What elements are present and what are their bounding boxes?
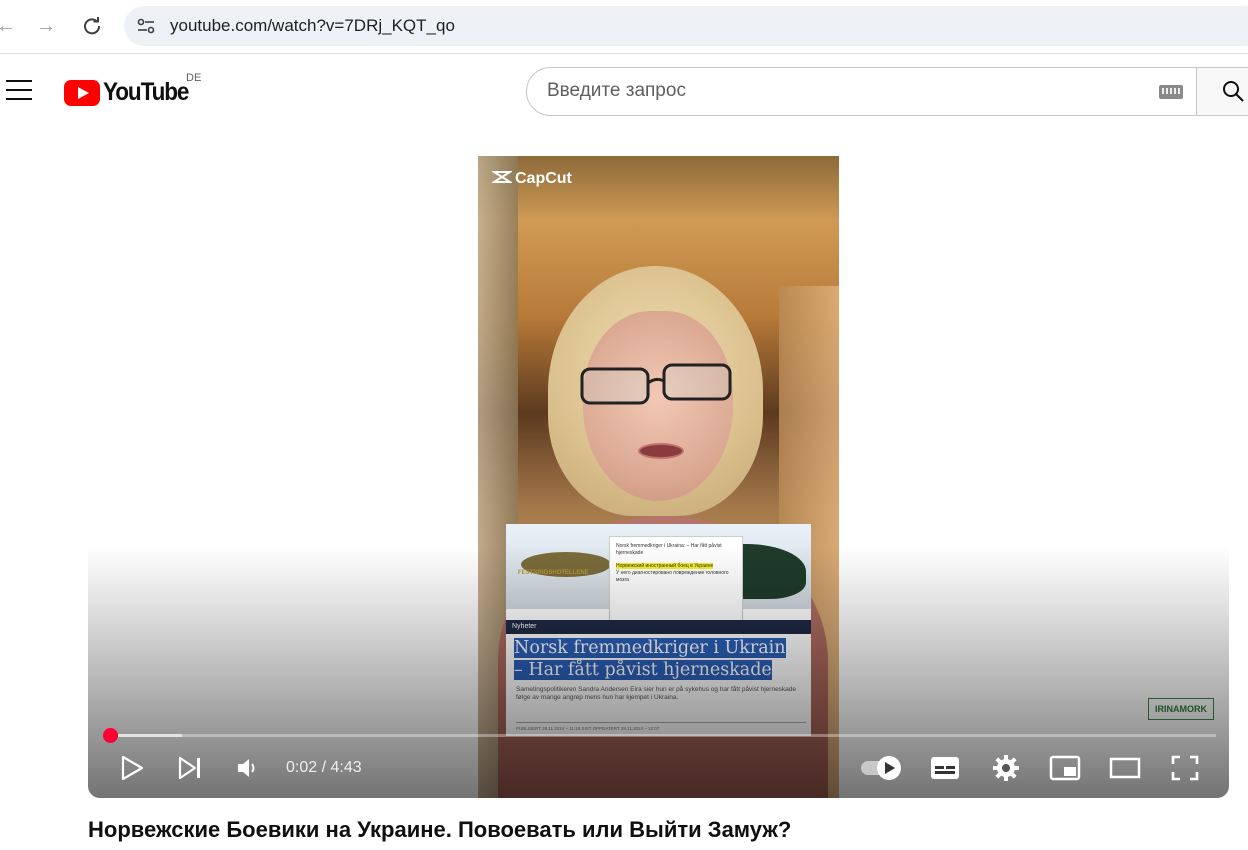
theater-mode-icon	[1109, 757, 1141, 779]
theater-mode-button[interactable]	[1108, 752, 1142, 784]
headline-line-1: Norsk fremmedkriger i Ukrain	[514, 638, 786, 658]
keyboard-icon[interactable]	[1159, 85, 1183, 99]
browser-toolbar: ← → youtube.com/watch?v=7DRj_KQT_qo	[0, 0, 1248, 54]
reload-icon[interactable]	[78, 12, 106, 40]
settings-gear-icon	[993, 755, 1019, 781]
country-code: DE	[186, 72, 202, 84]
site-info-icon[interactable]	[134, 14, 158, 38]
search-icon[interactable]	[1222, 80, 1244, 102]
video-frame[interactable]: CapCut FESTNINGSHOTELLENE Norsk fremmedk…	[478, 156, 839, 798]
menu-icon[interactable]	[6, 80, 32, 102]
channel-watermark[interactable]: IRINAMORK	[1148, 698, 1214, 720]
video-player[interactable]: CapCut FESTNINGSHOTELLENE Norsk fremmedk…	[88, 156, 1229, 798]
autoplay-toggle[interactable]	[858, 752, 906, 784]
url-text[interactable]: youtube.com/watch?v=7DRj_KQT_qo	[170, 16, 455, 36]
popup-line-1: Norsk fremmedkriger i Ukraina: – Har fåt…	[616, 543, 722, 556]
play-icon	[121, 756, 143, 780]
presenter-face	[583, 311, 733, 501]
capcut-text: CapCut	[515, 170, 572, 187]
youtube-logo[interactable]: YouTube	[64, 78, 198, 107]
image-label: FESTNINGSHOTELLENE	[518, 570, 589, 576]
miniplayer-icon	[1049, 755, 1081, 781]
miniplayer-button[interactable]	[1048, 752, 1082, 784]
logo-text: YouTube	[103, 78, 189, 106]
presenter-mouth	[638, 443, 684, 459]
news-article-overlay: FESTNINGSHOTELLENE Norsk fremmedkriger i…	[506, 524, 811, 736]
glasses-shape	[580, 363, 732, 405]
subtitles-button[interactable]	[928, 752, 962, 784]
popup-line-3: У него диагностировано повреждение голов…	[616, 570, 729, 583]
next-icon	[178, 757, 200, 779]
article-meta: PUBLISERT 28.11.2024 – 11:18 SIST OPPDAT…	[516, 722, 806, 731]
address-bar[interactable]: youtube.com/watch?v=7DRj_KQT_qo	[124, 6, 1248, 46]
translate-popup: Norsk fremmedkriger i Ukraina: – Har fåt…	[609, 536, 743, 630]
capcut-logo: CapCut	[490, 170, 572, 188]
section-bar: Nyheter	[506, 620, 811, 634]
search-placeholder: Введите запрос	[547, 80, 686, 101]
volume-button[interactable]	[234, 752, 262, 784]
back-arrow-icon[interactable]: ←	[0, 12, 20, 40]
forward-arrow-icon[interactable]: →	[32, 12, 60, 40]
settings-button[interactable]	[990, 752, 1022, 784]
next-button[interactable]	[176, 752, 204, 784]
popup-line-2: Норвежский иностранный боец в Украине	[616, 563, 714, 569]
fullscreen-icon	[1171, 755, 1199, 781]
play-button[interactable]	[118, 752, 146, 784]
youtube-header: YouTube DE Введите запрос	[0, 56, 1248, 126]
time-display: 0:02 / 4:43	[286, 759, 362, 776]
subtitles-icon	[931, 757, 959, 779]
article-headline: Norsk fremmedkriger i Ukrain – Har fått …	[514, 637, 814, 681]
article-subtext: Sametingspolitikeren Sandra Andersen Eir…	[516, 686, 797, 701]
video-title: Норвежские Боевики на Украине. Повоевать…	[88, 817, 792, 842]
progress-scrubber[interactable]	[103, 728, 118, 743]
search-input[interactable]: Введите запрос	[526, 67, 1198, 116]
volume-icon	[238, 759, 255, 777]
progress-bar[interactable]	[110, 734, 1216, 737]
section-label: Nyheter	[512, 623, 537, 630]
youtube-logo-icon	[64, 79, 100, 106]
progress-buffered	[110, 734, 182, 737]
autoplay-toggle-icon	[861, 756, 901, 780]
fullscreen-button[interactable]	[1170, 752, 1200, 784]
headline-line-2: – Har fått påvist hjerneskade	[514, 660, 772, 680]
